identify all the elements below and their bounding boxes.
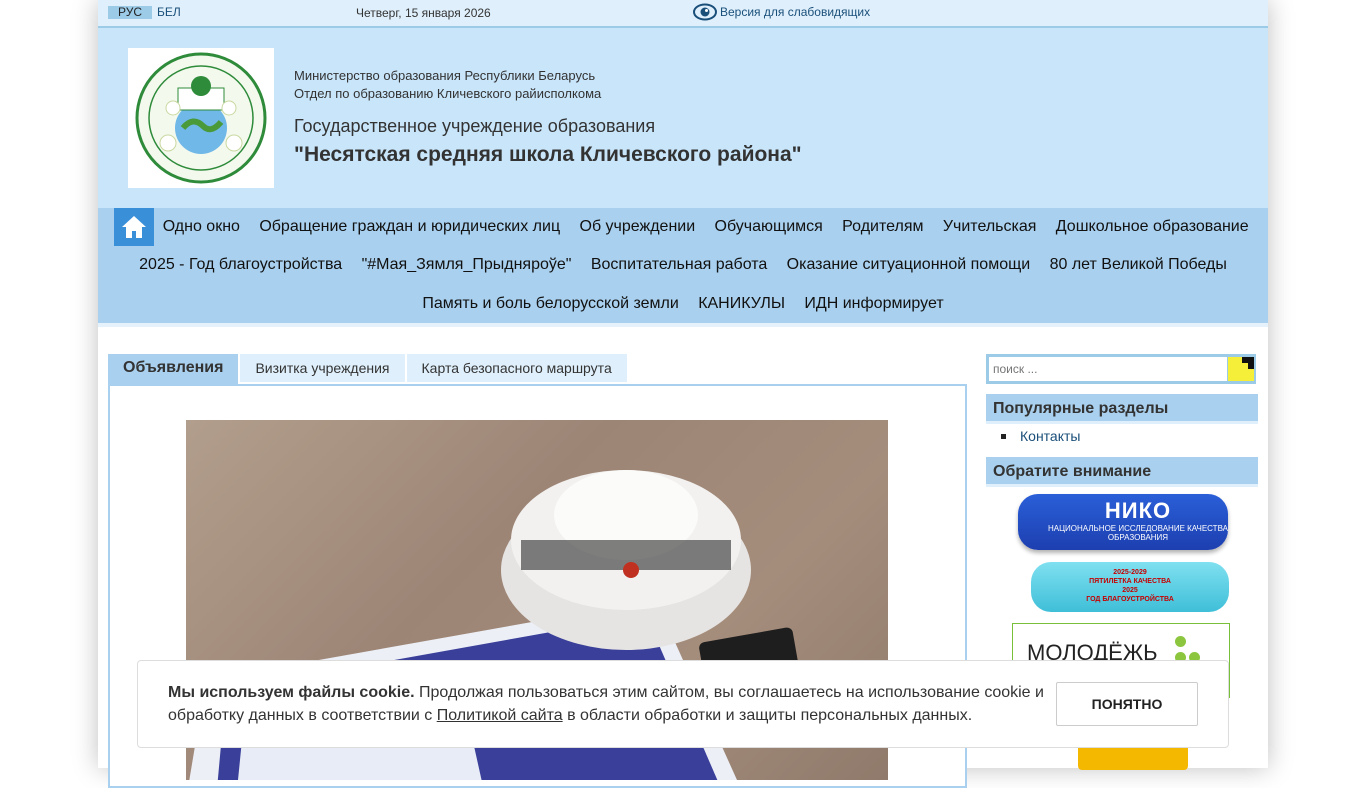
- nav-row-1: Одно окно Обращение граждан и юридически…: [98, 218, 1268, 236]
- tab-safe-route-map[interactable]: Карта безопасного маршрута: [406, 354, 627, 382]
- attention-heading: Обратите внимание: [986, 457, 1258, 487]
- tab-announcements[interactable]: Объявления: [108, 354, 239, 385]
- nav-item[interactable]: Оказание ситуационной помощи: [777, 256, 1040, 274]
- nav-item[interactable]: Об учреждении: [570, 218, 705, 236]
- nav-item[interactable]: ИДН информирует: [795, 295, 954, 313]
- search-button[interactable]: [1228, 357, 1254, 381]
- page: РУС БЕЛ Четверг, 15 января 2026 Версия д…: [98, 0, 1268, 788]
- nav-item[interactable]: Воспитательная работа: [581, 256, 777, 274]
- dot-icon: [1175, 636, 1186, 647]
- quality-year-banner[interactable]: 2025-2029 ПЯТИЛЕТКА КАЧЕСТВА 2025 ГОД БЛ…: [1031, 562, 1229, 612]
- niko-banner[interactable]: НИКО НАЦИОНАЛЬНОЕ ИССЛЕДОВАНИЕ КАЧЕСТВА …: [1018, 494, 1228, 550]
- top-bar: РУС БЕЛ Четверг, 15 января 2026 Версия д…: [98, 0, 1268, 28]
- ministry-name: Министерство образования Республики Бела…: [294, 68, 596, 83]
- nav-item[interactable]: КАНИКУЛЫ: [689, 295, 795, 313]
- lang-rus[interactable]: РУС: [108, 6, 153, 19]
- ministry-text: Министерство образования Республики Бела…: [294, 67, 601, 103]
- lang-bel[interactable]: БЕЛ: [153, 6, 185, 19]
- department-name: Отдел по образованию Кличевского райиспо…: [294, 86, 602, 101]
- low-vision-link[interactable]: Версия для слабовидящих: [693, 3, 870, 21]
- nav-row-2: 2025 - Год благоустройства "#Мая_Зямля_П…: [98, 256, 1268, 274]
- nav-divider: [98, 323, 1268, 327]
- nav-item[interactable]: 80 лет Великой Победы: [1040, 256, 1237, 274]
- nav-item[interactable]: Учительская: [933, 218, 1046, 236]
- site-header: Министерство образования Республики Бела…: [98, 28, 1268, 208]
- nav-item[interactable]: Память и боль белорусской земли: [413, 295, 689, 313]
- institution-type: Государственное учреждение образования: [294, 116, 656, 136]
- nav-row-3: Память и боль белорусской земли КАНИКУЛЫ…: [98, 295, 1268, 313]
- quality-label: ПЯТИЛЕТКА КАЧЕСТВА: [1089, 578, 1171, 585]
- content-tabs: Объявления Визитка учреждения Карта безо…: [108, 354, 629, 385]
- niko-title: НИКО: [1104, 498, 1172, 523]
- search-input[interactable]: [989, 357, 1227, 381]
- eye-icon: [693, 3, 717, 21]
- current-date: Четверг, 15 января 2026: [356, 6, 491, 20]
- popular-item-label: Контакты: [1020, 428, 1081, 444]
- search-box: [986, 354, 1256, 384]
- quality-years: 2025-2029: [1113, 569, 1147, 576]
- cookie-accept-button[interactable]: ПОНЯТНО: [1056, 682, 1198, 726]
- popular-sections-heading: Популярные разделы: [986, 394, 1258, 424]
- cookie-text: Мы используем файлы cookie. Продолжая по…: [168, 681, 1048, 727]
- nav-item[interactable]: Одно окно: [153, 218, 250, 236]
- nav-item[interactable]: Родителям: [832, 218, 933, 236]
- privacy-policy-link[interactable]: Политикой сайта: [437, 707, 563, 724]
- cookie-text-2: в области обработки и защиты персональны…: [562, 707, 973, 724]
- nav-item[interactable]: Дошкольное образование: [1046, 218, 1258, 236]
- nav-item[interactable]: 2025 - Год благоустройства: [129, 256, 351, 274]
- improvement-label: ГОД БЛАГОУСТРОЙСТВА: [1086, 596, 1174, 603]
- nav-item[interactable]: "#Мая_Зямля_Прыдняроўе": [352, 256, 581, 274]
- nav-item[interactable]: Обучающимся: [705, 218, 833, 236]
- niko-subtitle: НАЦИОНАЛЬНОЕ ИССЛЕДОВАНИЕ КАЧЕСТВА ОБРАЗ…: [1048, 524, 1228, 542]
- main-nav: Одно окно Обращение граждан и юридически…: [98, 208, 1268, 323]
- tab-business-card[interactable]: Визитка учреждения: [240, 354, 405, 382]
- school-logo[interactable]: [128, 48, 274, 188]
- cookie-notice: Мы используем файлы cookie. Продолжая по…: [137, 660, 1229, 748]
- bullet-icon: [1001, 433, 1006, 439]
- search-icon: [1242, 357, 1254, 369]
- improvement-year: 2025: [1122, 587, 1138, 594]
- cookie-bold: Мы используем файлы cookie.: [168, 684, 415, 701]
- popular-item-contacts[interactable]: Контакты: [1001, 428, 1080, 444]
- nav-item[interactable]: Обращение граждан и юридических лиц: [250, 218, 570, 236]
- school-name: "Несятская средняя школа Кличевского рай…: [294, 143, 802, 166]
- low-vision-label: Версия для слабовидящих: [720, 5, 871, 19]
